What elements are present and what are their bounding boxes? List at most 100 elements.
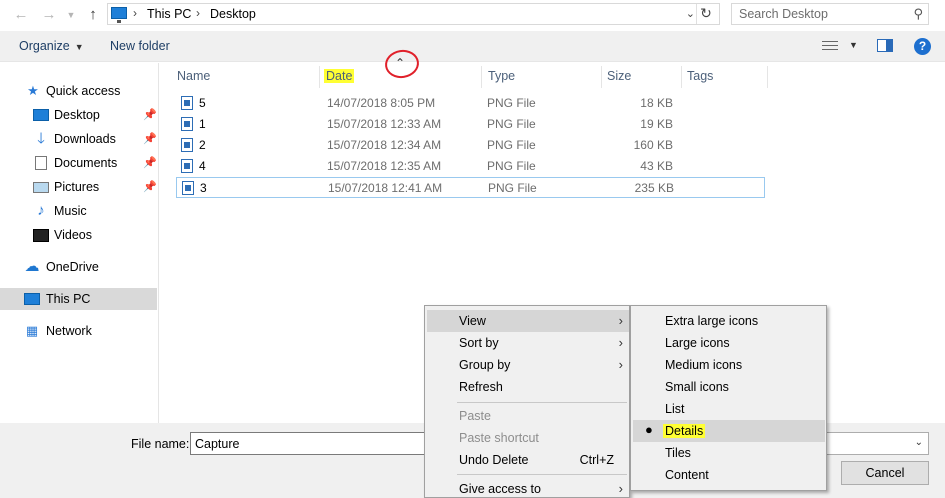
column-header-tags[interactable]: Tags	[687, 69, 713, 91]
file-date: 15/07/2018 12:41 AM	[328, 181, 443, 195]
column-header-type[interactable]: Type	[488, 69, 515, 91]
navigation-pane: ★ Quick access Desktop 📌 🡓 Downloads 📌 D…	[0, 63, 159, 423]
submenu-item-extra-large-icons[interactable]: Extra large icons	[633, 310, 825, 332]
menu-item-label: Extra large icons	[665, 314, 759, 328]
pictures-icon	[33, 182, 49, 193]
chevron-right-icon: ›	[618, 313, 623, 328]
column-divider[interactable]	[481, 66, 482, 88]
submenu-item-medium-icons[interactable]: Medium icons	[633, 354, 825, 376]
new-folder-button[interactable]: New folder	[110, 39, 170, 53]
file-type: PNG File	[487, 159, 536, 173]
column-divider[interactable]	[681, 66, 682, 88]
menu-item-label: Undo Delete	[459, 453, 529, 467]
png-file-icon	[181, 96, 193, 110]
details-view-icon	[822, 41, 838, 51]
menu-item-label: Content	[665, 468, 709, 482]
nav-item-label: Videos	[54, 228, 92, 242]
file-row[interactable]: 2 15/07/2018 12:34 AM PNG File 160 KB	[176, 135, 765, 156]
submenu-item-tiles[interactable]: Tiles	[633, 442, 825, 464]
context-menu: View › Sort by › Group by › Refresh Past…	[424, 305, 630, 498]
menu-item-label: Paste shortcut	[459, 431, 539, 445]
nav-item-label: Quick access	[46, 84, 121, 98]
download-arrow-icon: 🡓	[37, 130, 45, 147]
breadcrumb-separator-icon[interactable]: ›	[196, 6, 200, 20]
column-header-size[interactable]: Size	[607, 69, 631, 91]
file-row[interactable]: 4 15/07/2018 12:35 AM PNG File 43 KB	[176, 156, 765, 177]
cancel-button[interactable]: Cancel	[841, 461, 929, 485]
search-input[interactable]: Search Desktop ⚲	[731, 3, 929, 25]
nav-item-desktop[interactable]: Desktop 📌	[0, 104, 157, 126]
png-file-icon	[181, 159, 193, 173]
breadcrumb-desktop[interactable]: Desktop	[210, 7, 256, 21]
pin-icon[interactable]: 📌	[143, 132, 157, 145]
help-icon[interactable]: ?	[914, 38, 931, 55]
film-icon	[33, 229, 49, 242]
nav-item-this-pc[interactable]: This PC	[0, 288, 157, 310]
menu-item-view[interactable]: View ›	[427, 310, 629, 332]
back-arrow-icon[interactable]: ←	[12, 6, 30, 24]
nav-item-pictures[interactable]: Pictures 📌	[0, 176, 157, 198]
breadcrumb-separator-icon[interactable]: ›	[133, 6, 137, 20]
column-divider[interactable]	[319, 66, 320, 88]
preview-pane-icon[interactable]	[877, 39, 893, 52]
submenu-item-content[interactable]: Content	[633, 464, 825, 486]
file-row-selected[interactable]: 3 15/07/2018 12:41 AM PNG File 235 KB	[176, 177, 765, 198]
column-header-date[interactable]: Date	[324, 69, 355, 91]
view-submenu: Extra large icons Large icons Medium ico…	[630, 305, 827, 491]
nav-item-music[interactable]: ♪ Music	[0, 200, 157, 222]
menu-item-label: Sort by	[459, 336, 499, 350]
cloud-icon: ☁	[24, 258, 40, 275]
nav-item-videos[interactable]: Videos	[0, 224, 157, 246]
pin-icon[interactable]: 📌	[143, 156, 157, 169]
file-name: 4	[199, 159, 206, 173]
menu-item-label: Paste	[459, 409, 491, 423]
file-size: 18 KB	[640, 96, 673, 110]
nav-item-label: Music	[54, 204, 87, 218]
search-icon[interactable]: ⚲	[913, 6, 923, 22]
nav-item-network[interactable]: ▦ Network	[0, 320, 157, 342]
menu-item-label: List	[665, 402, 685, 416]
refresh-icon[interactable]: ↻	[697, 5, 715, 23]
music-note-icon: ♪	[37, 202, 45, 219]
menu-item-label: Group by	[459, 358, 511, 372]
menu-item-sort-by[interactable]: Sort by ›	[427, 332, 629, 354]
command-toolbar: Organize ▼ New folder ▼ ?	[0, 31, 945, 62]
breadcrumb-this-pc[interactable]: This PC	[147, 7, 191, 21]
save-as-type-select[interactable]: ⌄	[826, 432, 929, 455]
submenu-item-details[interactable]: ● Details	[633, 420, 825, 442]
file-row[interactable]: 1 15/07/2018 12:33 AM PNG File 19 KB	[176, 114, 765, 135]
png-file-icon	[182, 181, 194, 195]
submenu-item-large-icons[interactable]: Large icons	[633, 332, 825, 354]
address-row: ← → ▼ ↑ › This PC › Desktop ⌄ ↻ Search D…	[0, 0, 945, 30]
organize-button[interactable]: Organize ▼	[19, 39, 84, 53]
search-placeholder: Search Desktop	[739, 7, 828, 21]
nav-item-documents[interactable]: Documents 📌	[0, 152, 157, 174]
menu-item-group-by[interactable]: Group by ›	[427, 354, 629, 376]
file-name-field[interactable]: Capture	[190, 432, 427, 455]
file-name: 2	[199, 138, 206, 152]
nav-item-onedrive[interactable]: ☁ OneDrive	[0, 256, 157, 278]
address-dropdown-icon[interactable]: ⌄	[686, 7, 695, 20]
menu-item-give-access[interactable]: Give access to ›	[427, 478, 629, 498]
pin-icon[interactable]: 📌	[143, 180, 157, 193]
menu-item-refresh[interactable]: Refresh	[427, 376, 629, 398]
menu-item-undo-delete[interactable]: Undo Delete Ctrl+Z	[427, 449, 629, 471]
forward-arrow-icon[interactable]: →	[40, 6, 58, 24]
submenu-item-small-icons[interactable]: Small icons	[633, 376, 825, 398]
nav-item-quick-access[interactable]: ★ Quick access	[0, 80, 157, 102]
change-view-button[interactable]: ▼	[820, 40, 860, 54]
recent-locations-chevron-icon[interactable]: ▼	[62, 6, 80, 24]
pin-icon[interactable]: 📌	[143, 108, 157, 121]
submenu-item-list[interactable]: List	[633, 398, 825, 420]
chevron-right-icon: ›	[618, 357, 623, 372]
column-divider[interactable]	[767, 66, 768, 88]
radio-bullet-icon: ●	[645, 422, 653, 437]
network-icon: ▦	[25, 323, 39, 338]
nav-item-downloads[interactable]: 🡓 Downloads 📌	[0, 128, 157, 150]
organize-label: Organize	[19, 39, 70, 53]
column-divider[interactable]	[601, 66, 602, 88]
up-arrow-icon[interactable]: ↑	[84, 6, 102, 24]
file-row[interactable]: 5 14/07/2018 8:05 PM PNG File 18 KB	[176, 93, 765, 114]
column-header-name[interactable]: Name	[177, 69, 210, 91]
address-bar[interactable]: › This PC › Desktop ⌄ ↻	[107, 3, 720, 25]
